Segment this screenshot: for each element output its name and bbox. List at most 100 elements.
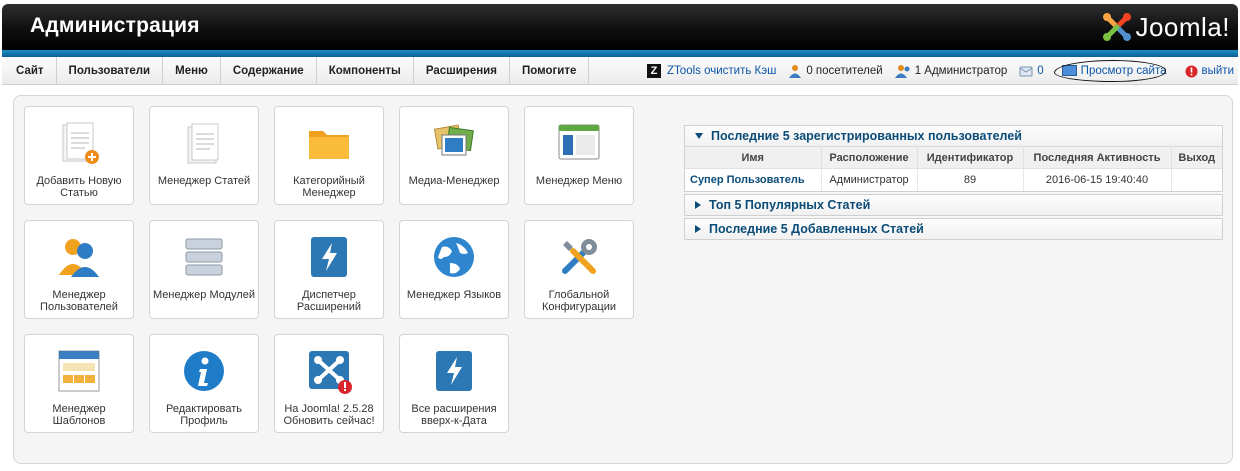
quick-icon-label: Редактировать Профиль: [166, 403, 242, 427]
joomla-logo[interactable]: Joomla!: [1101, 10, 1230, 44]
user-name-link[interactable]: Супер Пользователь: [685, 168, 822, 191]
joomla-update-icon: [309, 351, 352, 394]
joomla-logo-text: Joomla!: [1135, 11, 1230, 42]
column-header: Идентификатор: [917, 146, 1024, 169]
message-icon: [1019, 66, 1033, 77]
quick-icon-user-manager[interactable]: Менеджер Пользователей: [24, 220, 134, 319]
quick-icon-menu-manager[interactable]: Менеджер Меню: [524, 106, 634, 205]
quick-icon-global-configuration[interactable]: Глобальной Конфигурации: [524, 220, 634, 319]
ztools-icon: Z: [647, 64, 662, 78]
modules-icon: [185, 238, 223, 276]
quick-icon-label: Медиа-Менеджер: [408, 175, 500, 187]
menu-item-content[interactable]: Содержание: [221, 57, 317, 85]
quick-icon-label: Менеджер Пользователей: [40, 289, 118, 313]
latest-articles-header[interactable]: Последние 5 Добавленных Статей: [685, 219, 1222, 239]
media-icon: [433, 124, 474, 156]
quick-icon-category-manager[interactable]: Категорийный Менеджер: [274, 106, 384, 205]
tools-icon: [562, 239, 597, 274]
quick-icon-template-manager[interactable]: Менеджер Шаблонов: [24, 334, 134, 433]
page-title: Администрация: [30, 14, 200, 37]
visitors-count: 0 посетителей: [788, 64, 883, 78]
monitor-icon: [1061, 65, 1077, 76]
quick-icon-joomla-update[interactable]: На Joomla! 2.5.28 Обновить сейчас!: [274, 334, 384, 433]
column-header: Имя: [685, 146, 822, 169]
quick-icon-extension-manager[interactable]: Диспетчер Расширений: [274, 220, 384, 319]
menu-item-extensions[interactable]: Расширения: [414, 57, 510, 85]
quick-icon-label: Менеджер Языков: [406, 289, 502, 301]
info-icon: [184, 351, 224, 391]
latest-articles-title: Последние 5 Добавленных Статей: [709, 222, 924, 236]
template-icon: [58, 350, 100, 392]
popular-articles-header[interactable]: Топ 5 Популярных Статей: [685, 195, 1222, 215]
quick-icon-label: Менеджер Модулей: [153, 289, 255, 301]
table-row: Супер Пользователь Администратор 89 2016…: [685, 168, 1222, 191]
quick-icon-label: На Joomla! 2.5.28 Обновить сейчас!: [283, 403, 375, 427]
expanded-arrow-icon: [695, 133, 703, 139]
extensions-icon: [311, 237, 347, 277]
visitor-icon: [789, 65, 802, 78]
quick-icon-label: Менеджер Шаблонов: [52, 403, 106, 427]
collapsed-arrow-icon: [695, 225, 701, 233]
quick-icon-edit-profile[interactable]: Редактировать Профиль: [149, 334, 259, 433]
popular-articles-title: Топ 5 Популярных Статей: [709, 198, 871, 212]
ztools-label: ZTools очистить Кэш: [667, 65, 777, 77]
users-icon: [59, 239, 99, 277]
latest-users-module: Последние 5 зарегистрированных пользоват…: [684, 125, 1223, 192]
messages-count: 0: [1037, 65, 1044, 77]
admin-header: Администрация Joomla!: [2, 4, 1238, 50]
quick-icon-label: Все расширения вверх-к-Дата: [411, 403, 497, 427]
add-article-icon: [62, 122, 99, 164]
user-location: Администратор: [821, 168, 918, 191]
menu-item-site[interactable]: Сайт: [6, 57, 57, 85]
menu-item-help[interactable]: Помогите: [510, 57, 590, 85]
quick-icon-label: Добавить Новую Статью: [36, 175, 122, 199]
quick-icon-label: Диспетчер Расширений: [296, 289, 362, 313]
menu-item-menus[interactable]: Меню: [163, 57, 221, 85]
quick-icon-label: Менеджер Статей: [157, 175, 251, 187]
menu-manager-icon: [558, 124, 600, 160]
quick-icon-media-manager[interactable]: Медиа-Менеджер: [399, 106, 509, 205]
latest-users-table: Имя Расположение Идентификатор Последняя…: [685, 146, 1222, 191]
header-accent-bar: [2, 50, 1238, 57]
joomla-logo-icon: [1103, 13, 1132, 41]
quick-icon-label: Категорийный Менеджер: [293, 175, 365, 199]
quick-icon-label: Глобальной Конфигурации: [541, 289, 616, 313]
extensions-update-icon: [436, 351, 472, 391]
column-header: Расположение: [821, 146, 918, 169]
latest-users-title: Последние 5 зарегистрированных пользоват…: [711, 129, 1022, 143]
folder-icon: [309, 131, 349, 159]
column-header: Последняя Активность: [1023, 146, 1172, 169]
quick-icon-article-manager[interactable]: Менеджер Статей: [149, 106, 259, 205]
ztools-clear-cache[interactable]: Z ZTools очистить Кэш: [647, 64, 776, 78]
quick-icon-label: Менеджер Меню: [535, 175, 623, 187]
quick-icon-extensions-uptodate[interactable]: Все расширения вверх-к-Дата: [399, 334, 509, 433]
user-last-activity: 2016-06-15 19:40:40: [1023, 168, 1172, 191]
messages-link[interactable]: 0: [1019, 65, 1044, 77]
user-id: 89: [917, 168, 1024, 191]
preview-site-label: Просмотр сайта: [1080, 65, 1167, 77]
user-logout-cell[interactable]: [1171, 168, 1222, 191]
article-manager-icon: [187, 123, 219, 164]
quick-icon-add-article[interactable]: Добавить Новую Статью: [24, 106, 134, 205]
logout-link[interactable]: выйти: [1185, 65, 1235, 78]
preview-site-link[interactable]: Просмотр сайта: [1053, 60, 1173, 82]
admin-icon: [894, 65, 910, 78]
logout-icon: [1185, 65, 1197, 77]
admins-label: 1 Администратор: [914, 65, 1008, 77]
admins-count: 1 Администратор: [894, 64, 1008, 78]
menu-bar: Сайт Пользователи Меню Содержание Компон…: [2, 57, 1238, 85]
column-header: Выход: [1171, 146, 1222, 169]
quick-icon-language-manager[interactable]: Менеджер Языков: [399, 220, 509, 319]
logout-label: выйти: [1201, 65, 1235, 77]
status-bar: Z ZTools очистить Кэш 0 посетителей 1 Ад…: [635, 57, 1234, 85]
menu-item-users[interactable]: Пользователи: [57, 57, 164, 85]
popular-articles-module: Топ 5 Популярных Статей: [684, 194, 1223, 216]
latest-articles-module: Последние 5 Добавленных Статей: [684, 218, 1223, 240]
globe-icon: [434, 237, 474, 277]
latest-users-header[interactable]: Последние 5 зарегистрированных пользоват…: [685, 126, 1222, 146]
collapsed-arrow-icon: [695, 201, 701, 209]
main-menu: Сайт Пользователи Меню Содержание Компон…: [6, 57, 590, 85]
menu-item-components[interactable]: Компоненты: [317, 57, 414, 85]
quick-icon-module-manager[interactable]: Менеджер Модулей: [149, 220, 259, 319]
visitors-label: 0 посетителей: [806, 65, 883, 77]
